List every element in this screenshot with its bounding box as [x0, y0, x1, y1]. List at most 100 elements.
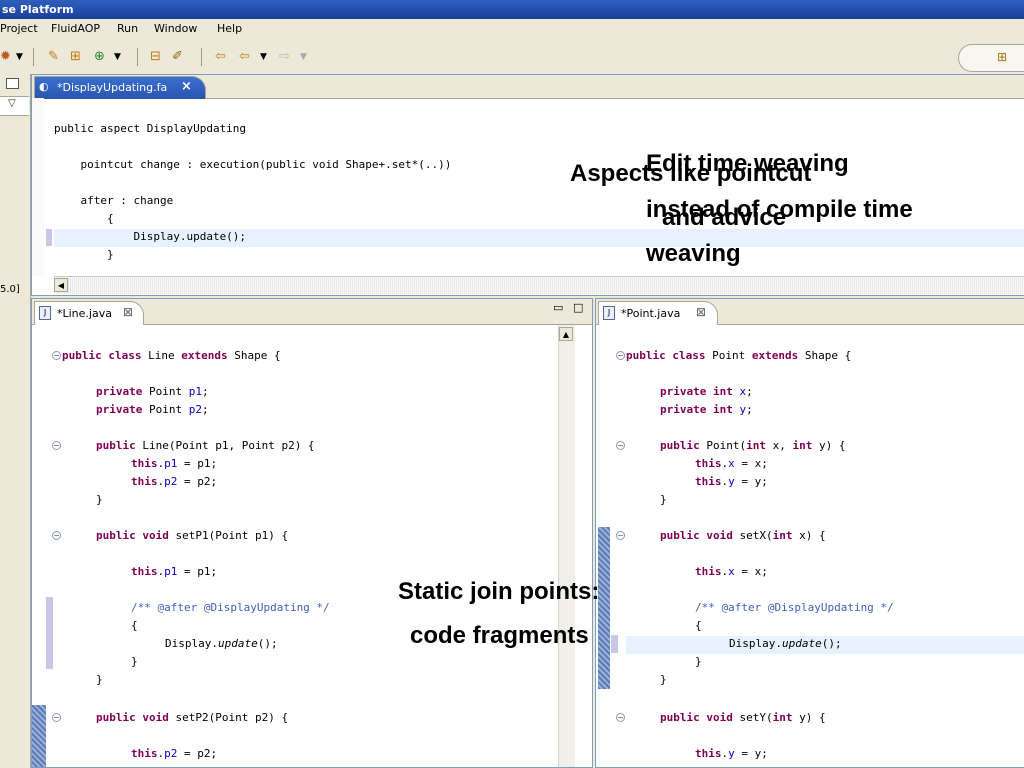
new-package-icon[interactable]: ⊞	[70, 49, 81, 65]
new-class-icon[interactable]: ⊕	[94, 49, 105, 65]
menu-window[interactable]: Window	[154, 22, 197, 35]
window-title: se Platform	[0, 0, 1024, 19]
scroll-up-icon[interactable]: ▲	[559, 327, 573, 341]
tab-point-java[interactable]: J *Point.java ⊠	[598, 301, 718, 325]
close-icon[interactable]: ⊠	[123, 305, 133, 319]
code-line: {	[131, 619, 138, 632]
tab-displayupdating[interactable]: ◐ *DisplayUpdating.fa ×	[34, 76, 206, 99]
tab-line-java[interactable]: J *Line.java ⊠	[34, 301, 144, 325]
chevron-down-icon[interactable]: ▼	[300, 49, 307, 65]
fold-icon[interactable]: −	[616, 713, 625, 722]
code-line: private int x;	[660, 385, 753, 398]
new-project-icon[interactable]: ✎	[48, 49, 59, 65]
overview-marker	[32, 705, 46, 767]
fold-icon[interactable]: −	[52, 441, 61, 450]
overview-marker	[598, 527, 610, 689]
tab-label: *Line.java	[57, 307, 112, 320]
annotation-edit-time-line2: instead of compile time	[646, 196, 913, 223]
code-line: }	[695, 655, 702, 668]
fold-icon[interactable]: −	[616, 351, 625, 360]
code-line: public class Point extends Shape {	[626, 349, 852, 362]
code-line: this.p2 = p2;	[131, 475, 218, 488]
line-java-editor: J *Line.java ⊠ ▭ □ ▲ − − − − public clas…	[31, 298, 593, 768]
code-line: public void setX(int x) {	[660, 529, 826, 542]
code-line: pointcut change : execution(public void …	[54, 158, 452, 171]
code-line: private Point p1;	[96, 385, 209, 398]
code-line: public void setP1(Point p1) {	[96, 529, 289, 542]
back-icon[interactable]: ⇦	[239, 49, 250, 65]
view-menu-row: ▽	[0, 96, 29, 116]
code-line: }	[96, 493, 103, 506]
annotation-static-line1: Static join points:	[398, 578, 600, 605]
menu-run[interactable]: Run	[117, 22, 138, 35]
change-marker	[46, 597, 53, 669]
code-line: this.p1 = p1;	[131, 565, 218, 578]
menu-bar: Project FluidAOP Run Window Help	[0, 19, 1024, 40]
code-line: Display.update();	[729, 637, 842, 650]
annotation-edit-time-line1: Edit time weaving	[646, 150, 849, 177]
code-line: public aspect DisplayUpdating	[54, 122, 247, 135]
scroll-left-icon[interactable]: ◀	[54, 278, 68, 292]
annotation-edit-time-line3: weaving	[646, 240, 741, 267]
code-line: private Point p2;	[96, 403, 209, 416]
forward-icon[interactable]: ⇨	[279, 49, 290, 65]
code-line: public void setY(int y) {	[660, 711, 826, 724]
chevron-down-icon[interactable]: ▼	[114, 49, 121, 65]
fold-icon[interactable]: −	[52, 531, 61, 540]
open-type-icon[interactable]: ⊟	[150, 49, 161, 65]
vertical-scrollbar[interactable]: ▲	[558, 325, 575, 767]
tab-label: *Point.java	[621, 307, 681, 320]
code-line: private int y;	[660, 403, 753, 416]
view-menu-icon[interactable]: ▽	[8, 98, 16, 109]
code-line: this.x = x;	[695, 565, 768, 578]
code-line: this.x = x;	[695, 457, 768, 470]
tab-label: *DisplayUpdating.fa	[57, 81, 168, 94]
chevron-down-icon[interactable]: ▼	[260, 49, 267, 65]
menu-help[interactable]: Help	[217, 22, 242, 35]
toolbar-separator	[33, 48, 34, 66]
code-line: }	[660, 493, 667, 506]
aspect-editor-gutter	[32, 98, 44, 276]
code-line: this.p1 = p1;	[131, 457, 218, 470]
java-file-icon: J	[603, 306, 615, 320]
code-line: }	[96, 673, 103, 686]
code-line: public void setP2(Point p2) {	[96, 711, 289, 724]
status-text: 5.0]	[0, 284, 20, 295]
code-line: public Point(int x, int y) {	[660, 439, 846, 452]
code-line: this.p2 = p2;	[131, 747, 218, 760]
maximize-icon[interactable]: □	[573, 301, 583, 314]
toolbar-separator	[201, 48, 202, 66]
menu-project[interactable]: Project	[0, 22, 38, 35]
code-line: }	[54, 248, 114, 261]
code-line: {	[54, 212, 114, 225]
left-view-strip: ▽ 5.0]	[0, 74, 31, 768]
code-line: }	[131, 655, 138, 668]
point-java-editor: J *Point.java ⊠ − − − − public class Poi…	[595, 298, 1024, 768]
search-icon[interactable]: ✐	[172, 49, 183, 65]
restore-icon[interactable]	[6, 78, 19, 89]
perspective-switcher[interactable]: ⊞	[958, 44, 1024, 72]
code-line: }	[660, 673, 667, 686]
close-icon[interactable]: ⊠	[696, 305, 706, 319]
fold-icon[interactable]: −	[52, 351, 61, 360]
horizontal-scrollbar[interactable]: ◀	[54, 276, 1024, 294]
fold-icon[interactable]: −	[616, 441, 625, 450]
toolbar-separator	[137, 48, 138, 66]
debug-icon[interactable]: ✹	[0, 49, 11, 65]
chevron-down-icon[interactable]: ▼	[16, 49, 23, 65]
menu-fluidaop[interactable]: FluidAOP	[51, 22, 100, 35]
java-file-icon: J	[39, 306, 51, 320]
code-line: public Line(Point p1, Point p2) {	[96, 439, 315, 452]
fold-icon[interactable]: −	[616, 531, 625, 540]
code-comment: /** @after @DisplayUpdating */	[131, 601, 330, 614]
minimize-icon[interactable]: ▭	[553, 301, 563, 314]
open-perspective-icon[interactable]: ⊞	[997, 50, 1007, 64]
code-comment: /** @after @DisplayUpdating */	[695, 601, 894, 614]
close-icon[interactable]: ×	[181, 79, 192, 94]
code-line: {	[695, 619, 702, 632]
last-edit-icon[interactable]: ⇦	[215, 49, 226, 65]
code-line: public class Line extends Shape {	[62, 349, 281, 362]
annotation-static-line2: code fragments	[410, 622, 589, 649]
fold-icon[interactable]: −	[52, 713, 61, 722]
change-marker	[46, 229, 52, 246]
